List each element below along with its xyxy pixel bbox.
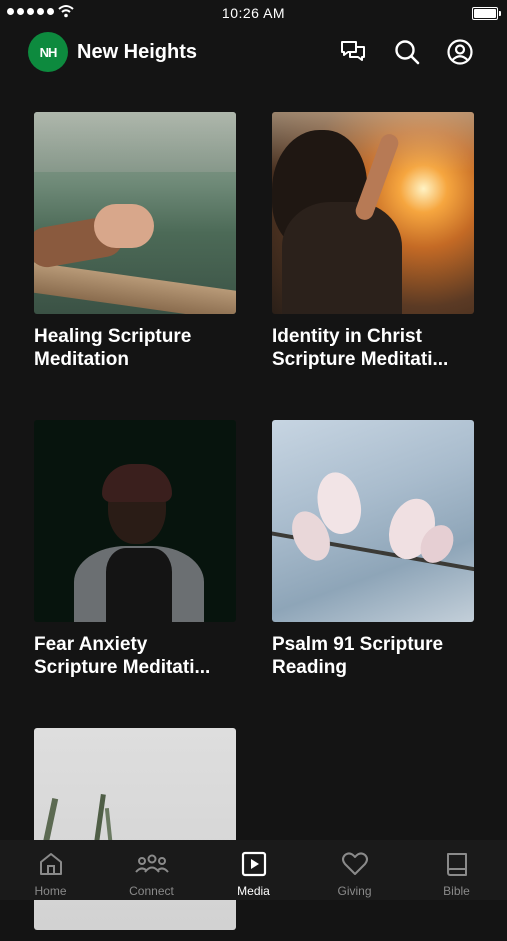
- tab-label: Home: [34, 884, 67, 898]
- tab-label: Giving: [337, 884, 372, 898]
- tab-bible[interactable]: Bible: [406, 840, 507, 900]
- status-time: 10:26 AM: [221, 5, 286, 21]
- media-card[interactable]: [34, 728, 236, 941]
- profile-icon[interactable]: [446, 38, 474, 66]
- bottom-tab-bar: Home Connect Media Giving Bible: [0, 840, 507, 900]
- media-card[interactable]: Fear Anxiety Scripture Meditati...: [34, 420, 236, 679]
- status-bar: 10:26 AM: [0, 0, 507, 26]
- tab-giving[interactable]: Giving: [304, 840, 405, 900]
- heart-icon: [341, 852, 368, 875]
- tab-label: Media: [237, 884, 270, 898]
- home-icon: [39, 853, 62, 875]
- church-logo[interactable]: NH: [28, 32, 68, 72]
- people-icon: [134, 854, 169, 873]
- chat-icon[interactable]: [339, 38, 367, 66]
- media-thumbnail[interactable]: [272, 112, 474, 314]
- media-title: Healing Scripture Meditation: [34, 326, 192, 370]
- media-card[interactable]: Identity in Christ Scripture Meditati...: [272, 112, 474, 371]
- tab-label: Connect: [129, 884, 174, 898]
- tab-connect[interactable]: Connect: [101, 840, 202, 900]
- tab-media[interactable]: Media: [203, 840, 304, 900]
- search-icon[interactable]: [393, 38, 421, 66]
- tab-label: Bible: [443, 884, 470, 898]
- media-title: Identity in Christ Scripture Meditati...: [272, 326, 449, 370]
- media-thumbnail[interactable]: [34, 420, 236, 622]
- media-thumbnail[interactable]: [34, 112, 236, 314]
- book-icon: [446, 853, 467, 876]
- media-thumbnail[interactable]: [272, 420, 474, 622]
- play-square-icon: [241, 851, 266, 877]
- media-title: Psalm 91 Scripture Reading: [272, 634, 444, 678]
- media-card[interactable]: Healing Scripture Meditation: [34, 112, 236, 371]
- app-title: New Heights: [77, 41, 198, 63]
- app-header: NH New Heights: [0, 30, 507, 76]
- media-title: Fear Anxiety Scripture Meditati...: [34, 634, 211, 678]
- tab-home[interactable]: Home: [0, 840, 101, 900]
- battery-icon: [472, 7, 501, 20]
- media-card[interactable]: Psalm 91 Scripture Reading: [272, 420, 474, 679]
